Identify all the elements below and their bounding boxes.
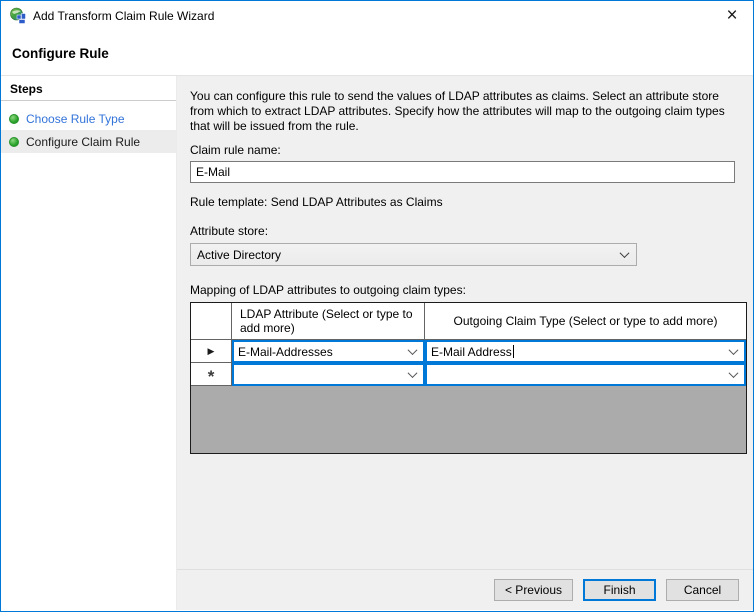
- steps-sidebar: Steps Choose Rule Type Configure Claim R…: [1, 76, 177, 610]
- attribute-store-select[interactable]: Active Directory: [190, 243, 637, 266]
- table-cell: E-Mail Address: [425, 340, 746, 363]
- page-title: Configure Rule: [12, 46, 109, 61]
- step-complete-bullet-icon: [9, 137, 19, 147]
- mapping-label: Mapping of LDAP attributes to outgoing c…: [190, 283, 753, 297]
- chevron-down-icon: [620, 248, 630, 258]
- table-cell: E-Mail-Addresses: [232, 340, 425, 363]
- finish-button[interactable]: Finish: [583, 579, 656, 601]
- step-label: Choose Rule Type: [26, 112, 125, 126]
- step-complete-bullet-icon: [9, 114, 19, 124]
- sidebar-item-choose-rule-type[interactable]: Choose Rule Type: [1, 107, 176, 130]
- chevron-down-icon: [729, 345, 739, 355]
- steps-sidebar-title: Steps: [1, 76, 176, 101]
- current-row-arrow-icon: ▶: [208, 346, 215, 357]
- ldap-attribute-value: E-Mail-Addresses: [238, 345, 333, 359]
- previous-button[interactable]: < Previous: [494, 579, 573, 601]
- page-header: Configure Rule: [1, 31, 753, 76]
- table-cell: [425, 363, 746, 386]
- step-label: Configure Claim Rule: [26, 135, 140, 149]
- chevron-down-icon: [408, 345, 418, 355]
- wizard-app-icon: [9, 7, 27, 25]
- table-corner-cell: [191, 303, 232, 340]
- close-icon[interactable]: ×: [711, 1, 753, 31]
- attribute-store-value: Active Directory: [197, 248, 281, 262]
- row-marker-new: *: [191, 363, 232, 386]
- outgoing-claim-type-combo-row1[interactable]: E-Mail Address: [425, 340, 746, 363]
- table-cell: [232, 363, 425, 386]
- wizard-footer: < Previous Finish Cancel: [177, 569, 753, 610]
- outgoing-claim-type-value: E-Mail Address: [431, 345, 514, 359]
- claim-rule-name-input[interactable]: [190, 161, 735, 183]
- chevron-down-icon: [729, 368, 739, 378]
- add-transform-claim-rule-wizard-window: Add Transform Claim Rule Wizard × Config…: [0, 0, 754, 612]
- sidebar-item-configure-claim-rule[interactable]: Configure Claim Rule: [1, 130, 176, 153]
- rule-description-text: You can configure this rule to send the …: [190, 89, 735, 134]
- steps-list: Choose Rule Type Configure Claim Rule: [1, 107, 176, 153]
- outgoing-claim-type-combo-row2[interactable]: [425, 363, 746, 386]
- configure-rule-pane: You can configure this rule to send the …: [177, 76, 753, 610]
- column-header-outgoing-claim-type: Outgoing Claim Type (Select or type to a…: [425, 303, 746, 340]
- new-row-asterisk-icon: *: [208, 367, 215, 387]
- rule-template-text: Rule template: Send LDAP Attributes as C…: [190, 195, 753, 209]
- ldap-attribute-combo-row2[interactable]: [232, 363, 425, 386]
- cancel-button[interactable]: Cancel: [666, 579, 739, 601]
- column-header-ldap-attribute: LDAP Attribute (Select or type to add mo…: [232, 303, 425, 340]
- title-bar: Add Transform Claim Rule Wizard ×: [1, 1, 753, 31]
- claim-rule-name-label: Claim rule name:: [190, 143, 753, 157]
- wizard-body: Steps Choose Rule Type Configure Claim R…: [1, 76, 753, 610]
- attribute-store-label: Attribute store:: [190, 224, 753, 238]
- chevron-down-icon: [408, 368, 418, 378]
- ldap-attribute-combo-row1[interactable]: E-Mail-Addresses: [232, 340, 425, 363]
- ldap-mapping-table: LDAP Attribute (Select or type to add mo…: [190, 302, 747, 454]
- text-caret: [513, 345, 514, 358]
- row-marker-current: ▶: [191, 340, 232, 363]
- table-empty-area: [191, 386, 746, 453]
- window-title: Add Transform Claim Rule Wizard: [33, 9, 214, 23]
